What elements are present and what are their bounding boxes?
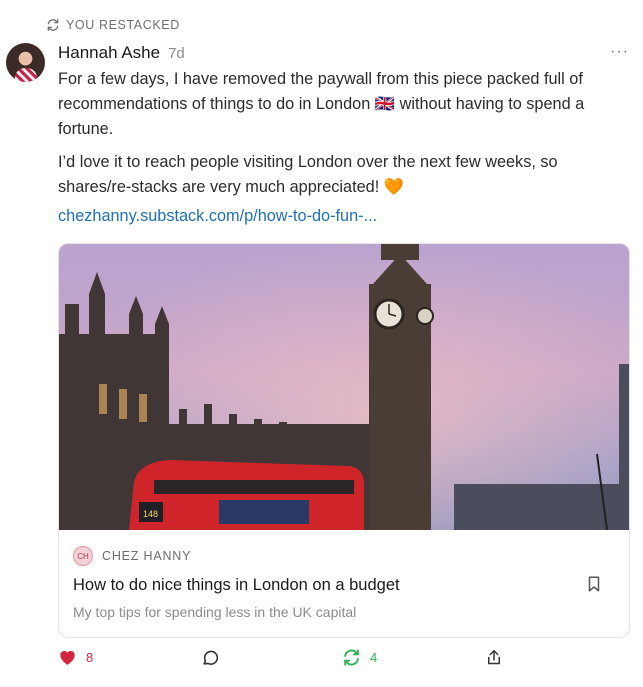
comment-icon bbox=[203, 650, 219, 665]
restack-banner: YOU RESTACKED bbox=[46, 18, 180, 32]
more-options-icon[interactable]: ··· bbox=[610, 43, 629, 61]
post-embed-card[interactable]: 148 CH CHEZ HANNY How to do nice things … bbox=[58, 243, 630, 638]
post-header: Hannah Ashe 7d bbox=[58, 43, 185, 63]
post-actions: 8 4 bbox=[58, 648, 518, 672]
like-button[interactable]: 8 bbox=[58, 648, 93, 666]
bus-route-number: 148 bbox=[143, 509, 158, 519]
comment-button[interactable] bbox=[201, 648, 220, 667]
post-paragraph: I’d love it to reach people visiting Lon… bbox=[58, 153, 558, 196]
heart-icon bbox=[60, 651, 75, 665]
card-cover-image: 148 bbox=[59, 244, 629, 530]
restack-icon bbox=[344, 649, 359, 666]
bookmark-icon[interactable] bbox=[585, 574, 603, 594]
share-button[interactable] bbox=[485, 648, 503, 667]
card-subtitle: My top tips for spending less in the UK … bbox=[73, 604, 357, 620]
post-body: For a few days, I have removed the paywa… bbox=[58, 67, 618, 208]
publication-logo: CH bbox=[73, 546, 93, 566]
restack-button[interactable]: 4 bbox=[342, 648, 377, 667]
restack-banner-label: YOU RESTACKED bbox=[66, 18, 180, 32]
author-name[interactable]: Hannah Ashe bbox=[58, 43, 160, 63]
restack-count: 4 bbox=[370, 650, 378, 665]
post-link[interactable]: chezhanny.substack.com/p/how-to-do-fun-.… bbox=[58, 207, 377, 226]
share-icon bbox=[488, 650, 500, 665]
author-avatar[interactable] bbox=[6, 43, 45, 82]
publication-name: CHEZ HANNY bbox=[102, 549, 192, 563]
publication-row[interactable]: CH CHEZ HANNY bbox=[73, 546, 191, 566]
post-paragraph: For a few days, I have removed the paywa… bbox=[58, 70, 585, 138]
post-age: 7d bbox=[168, 45, 185, 62]
restack-icon bbox=[47, 19, 59, 31]
card-title[interactable]: How to do nice things in London on a bud… bbox=[73, 576, 400, 595]
like-count: 8 bbox=[86, 649, 94, 665]
